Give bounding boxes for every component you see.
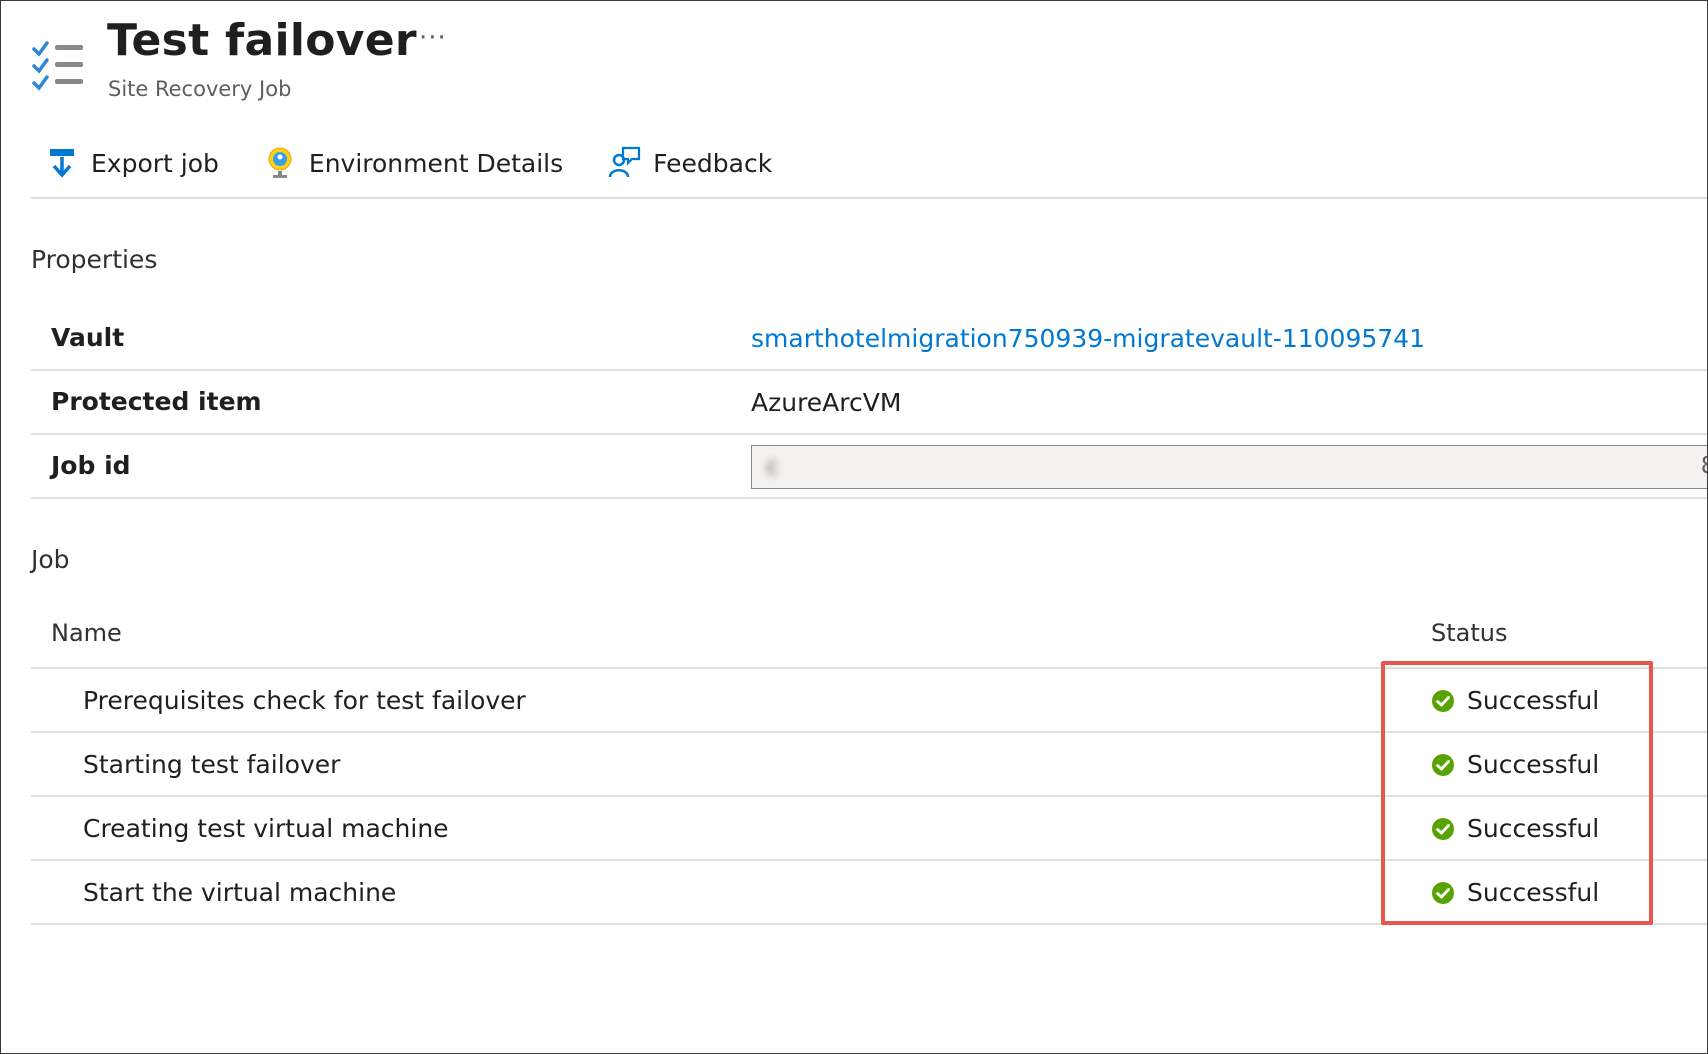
export-job-button[interactable]: Export job [31, 137, 219, 189]
more-options-button[interactable]: ··· [419, 23, 447, 53]
vault-row: Vault smarthotelmigration750939-migratev… [31, 307, 1707, 371]
feedback-label: Feedback [653, 148, 773, 178]
properties-table: Vault smarthotelmigration750939-migratev… [31, 307, 1707, 499]
job-step-name: Prerequisites check for test failover [83, 686, 526, 715]
export-job-label: Export job [91, 148, 219, 178]
job-id-field[interactable]: c 84 [751, 445, 1707, 489]
job-heading: Job [31, 545, 70, 574]
protected-item-row: Protected item AzureArcVM [31, 371, 1707, 435]
page-title: Test failover [107, 15, 417, 66]
feedback-button[interactable]: Feedback [593, 137, 772, 189]
toolbar-divider [31, 197, 1707, 199]
vault-link[interactable]: smarthotelmigration750939-migratevault-1… [751, 324, 1425, 353]
job-id-value-end: 84 [1701, 453, 1707, 479]
export-icon [45, 146, 79, 180]
status-highlight-box [1381, 661, 1653, 925]
job-blade: Test failover ··· Site Recovery Job Expo… [0, 0, 1708, 1054]
job-list-icon [31, 39, 87, 99]
command-bar: Export job Environment Details Feedback [31, 137, 1707, 189]
job-step-name: Starting test failover [83, 750, 341, 779]
job-step-name: Creating test virtual machine [83, 814, 449, 843]
job-id-row: Job id c 84 [31, 435, 1707, 499]
environment-details-button[interactable]: Environment Details [249, 137, 563, 189]
job-id-key: Job id [51, 451, 131, 480]
job-id-value-start: c [766, 454, 779, 480]
environment-details-label: Environment Details [308, 148, 564, 178]
environment-globe-icon [263, 146, 297, 180]
job-step-name: Start the virtual machine [83, 878, 397, 907]
vault-key: Vault [51, 323, 125, 352]
protected-item-key: Protected item [51, 387, 262, 416]
protected-item-value: AzureArcVM [751, 388, 902, 417]
feedback-icon [607, 146, 641, 180]
column-header-status[interactable]: Status [1431, 619, 1507, 647]
properties-heading: Properties [31, 245, 158, 274]
page-subtitle: Site Recovery Job [108, 77, 292, 101]
column-header-name[interactable]: Name [51, 619, 122, 647]
